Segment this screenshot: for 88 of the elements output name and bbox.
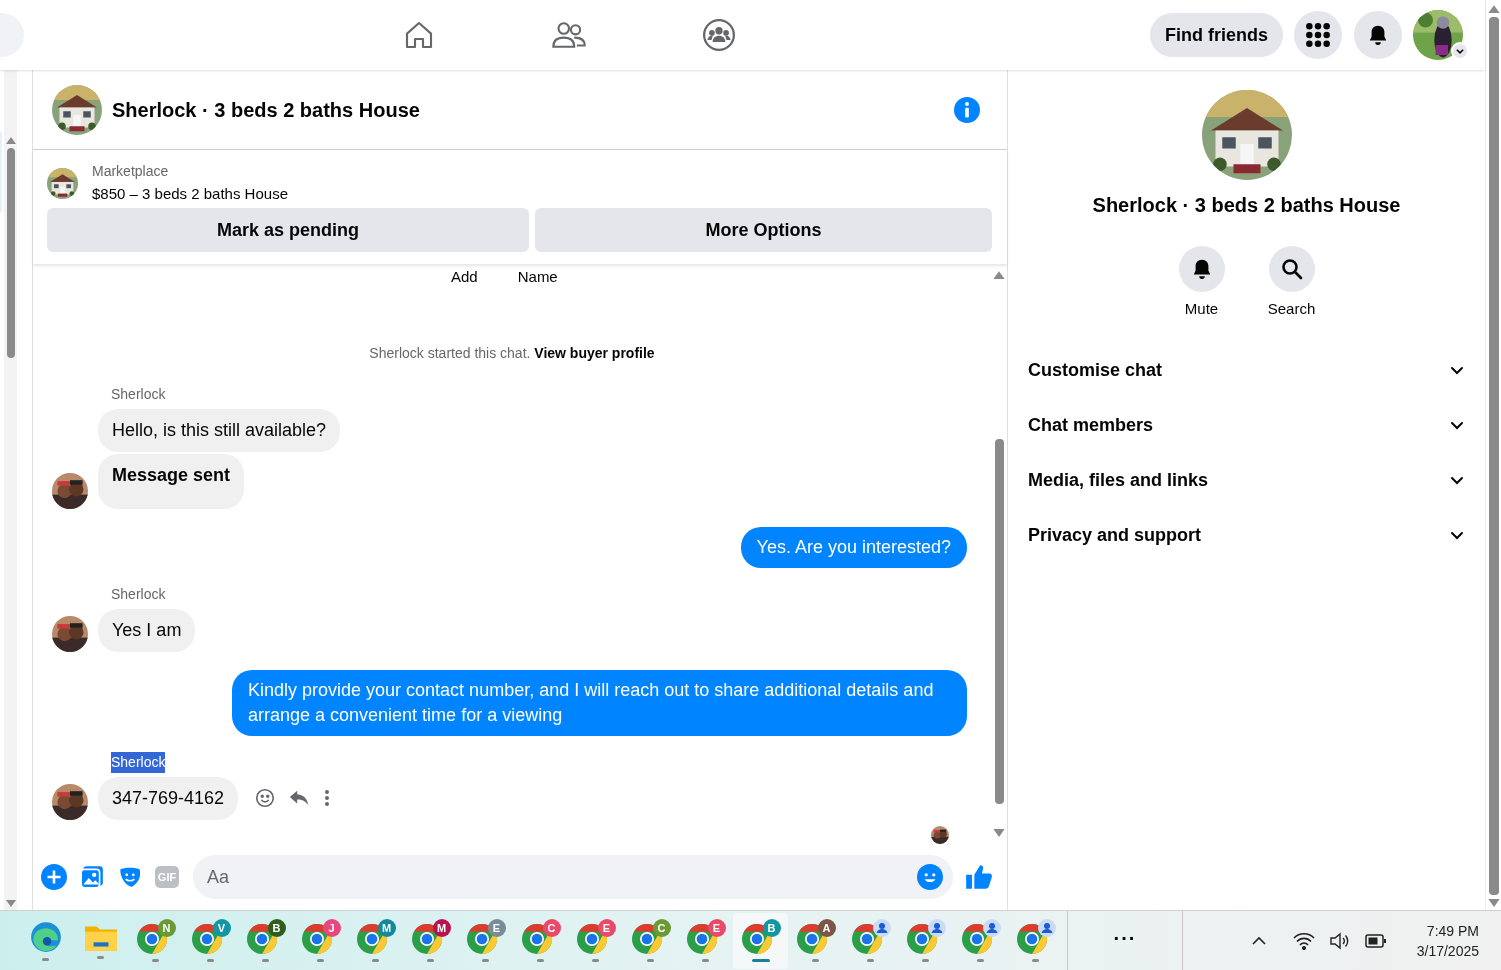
more-icons[interactable]: ··· — [1113, 922, 1137, 953]
details-section[interactable]: Customise chat — [1028, 342, 1465, 398]
message-input[interactable]: Aa — [207, 863, 917, 891]
message-field[interactable]: Aa — [193, 855, 953, 899]
action-label: Search — [1267, 299, 1316, 319]
scrollbar-thumb[interactable] — [1488, 17, 1499, 895]
person-icon — [1037, 919, 1056, 937]
chrome-browser-icon[interactable] — [630, 923, 663, 955]
listing-action-button[interactable]: More Options — [535, 208, 992, 252]
column-label: Name — [517, 267, 558, 287]
smiley-icon[interactable] — [254, 787, 277, 809]
received-message-bubble: 347-769-4162 — [98, 776, 239, 820]
scrollbar-thumb[interactable] — [994, 439, 1004, 804]
chrome-browser-icon[interactable] — [135, 923, 168, 955]
scroll-down-icon[interactable] — [1487, 899, 1500, 908]
listing-action-button[interactable]: Mark as pending — [47, 208, 529, 252]
conversation-name: Sherlock · 3 beds 2 baths House — [1092, 193, 1401, 218]
received-message-bubble: Yes I am — [98, 608, 196, 652]
chrome-browser-icon[interactable] — [520, 923, 553, 955]
profile-badge: B — [762, 919, 781, 937]
mute-button[interactable] — [1178, 246, 1225, 292]
column-label: Add — [451, 267, 478, 287]
profile-badge: E — [707, 919, 726, 937]
clock[interactable]: 7:49 PM 3/17/2025 — [1416, 920, 1479, 961]
edge-browser-icon[interactable] — [28, 920, 63, 954]
profile-badge: E — [487, 919, 506, 937]
chevron-down-icon — [1451, 42, 1469, 60]
sender-name: Sherlock — [111, 384, 166, 404]
chat-title: Sherlock · 3 beds 2 baths House — [112, 97, 420, 123]
person-icon — [872, 919, 891, 937]
info-icon[interactable] — [954, 96, 980, 123]
battery-icon[interactable] — [1364, 933, 1387, 948]
emoji-icon[interactable] — [917, 864, 943, 890]
notifications-button[interactable] — [1354, 11, 1402, 59]
add-icon[interactable] — [41, 864, 67, 890]
scroll-up-icon[interactable] — [993, 270, 1005, 279]
details-section[interactable]: Privacy and support — [1028, 507, 1465, 563]
speaker-icon[interactable] — [1328, 930, 1351, 951]
scroll-up-icon[interactable] — [1487, 4, 1500, 13]
scroll-down-icon[interactable] — [5, 900, 16, 908]
search-icon — [1279, 257, 1304, 281]
search-button[interactable] — [1268, 246, 1315, 292]
profile-badge: M — [432, 919, 451, 937]
chrome-browser-icon[interactable] — [300, 923, 333, 955]
profile-badge: N — [157, 919, 176, 937]
sent-message-bubble: Yes. Are you interested? — [740, 526, 967, 568]
profile-badge: E — [597, 919, 616, 937]
chrome-browser-icon[interactable] — [795, 923, 828, 955]
details-section[interactable]: Media, files and links — [1028, 452, 1465, 508]
chrome-browser-icon[interactable] — [740, 923, 773, 955]
chat-start-notice: Sherlock started this chat. View buyer profile — [369, 343, 655, 363]
profile-badge: J — [322, 919, 341, 937]
profile-badge: M — [377, 919, 396, 937]
received-message-bubble: Message sent — [98, 453, 245, 509]
image-icon[interactable] — [79, 864, 105, 890]
menu-button[interactable] — [1294, 11, 1342, 59]
chrome-browser-icon[interactable] — [245, 923, 278, 955]
grid-icon — [1305, 22, 1331, 48]
sent-message-bubble: Kindly provide your contact number, and I will reach out to share additional details and arrange a convenient time for a viewing — [232, 669, 967, 736]
sender-name: Sherlock — [111, 751, 166, 773]
listing-summary: $850 – 3 beds 2 baths House — [92, 184, 288, 204]
chrome-browser-icon[interactable] — [575, 923, 608, 955]
person-icon — [982, 919, 1001, 937]
profile-badge: A — [817, 919, 836, 937]
chrome-browser-icon[interactable] — [465, 923, 498, 955]
home-icon — [403, 19, 435, 51]
action-label: Mute — [1184, 299, 1219, 319]
profile-badge: B — [267, 919, 286, 937]
find-friends-button[interactable]: Find friends — [1150, 13, 1283, 57]
wifi-icon[interactable] — [1292, 931, 1315, 950]
bell-icon — [1367, 24, 1389, 46]
sender-name: Sherlock — [111, 584, 166, 604]
chrome-browser-icon[interactable] — [685, 923, 718, 955]
listing-source: Marketplace — [92, 162, 170, 180]
people-icon — [552, 20, 586, 50]
profile-badge: C — [652, 919, 671, 937]
profile-badge: C — [542, 919, 561, 937]
person-icon — [927, 919, 946, 937]
buyer-profile-link[interactable]: View buyer profile — [534, 344, 655, 361]
details-section[interactable]: Chat members — [1028, 397, 1465, 453]
profile-badge: V — [212, 919, 231, 937]
scroll-up-icon[interactable] — [5, 136, 16, 144]
scrollbar-thumb[interactable] — [6, 148, 15, 358]
thumbs-up-icon[interactable] — [965, 863, 993, 891]
scroll-down-icon[interactable] — [993, 829, 1005, 838]
chrome-browser-icon[interactable] — [190, 923, 223, 955]
received-message-bubble: Hello, is this still available? — [98, 408, 341, 452]
groups-icon — [702, 18, 736, 52]
